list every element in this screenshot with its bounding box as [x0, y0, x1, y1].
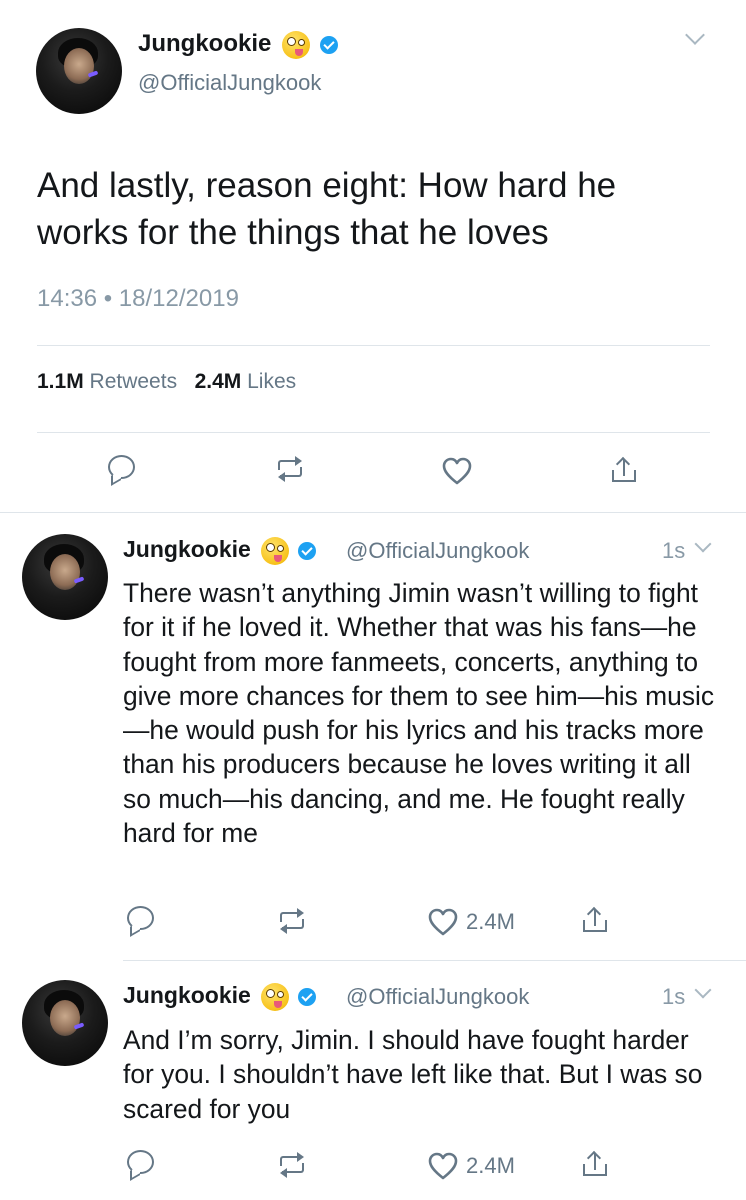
reply-button[interactable] [127, 906, 157, 936]
heart-icon [428, 908, 458, 936]
divider [37, 345, 710, 346]
like-count: 2.4M [466, 1153, 515, 1178]
reply-text: And I’m sorry, Jimin. I should have foug… [123, 1025, 703, 1124]
reply-icon [127, 1150, 154, 1174]
timestamp[interactable]: 14:36 • 18/12/2019 [37, 285, 239, 313]
share-button[interactable] [583, 1150, 609, 1178]
verified-badge-icon [297, 987, 316, 1006]
reply-button[interactable] [127, 1150, 157, 1180]
display-name-text: Jungkookie [138, 30, 272, 57]
like-count: 2.4M [466, 909, 515, 934]
verified-badge-icon [297, 541, 316, 560]
zany-face-emoji-icon [261, 982, 290, 1011]
reply-time[interactable]: 1s [662, 538, 685, 564]
chevron-down-icon[interactable] [694, 981, 712, 999]
reply-handle[interactable]: @OfficialJungkook [346, 538, 529, 564]
likes-count[interactable]: 2.4M [195, 370, 242, 393]
avatar[interactable] [22, 980, 108, 1066]
share-button[interactable] [583, 906, 609, 934]
chevron-down-icon[interactable] [685, 25, 705, 45]
display-name-text: Jungkookie [123, 536, 251, 562]
display-name[interactable]: Jungkookie [138, 30, 338, 59]
reply-tweet[interactable]: Jungkookie @OfficialJungkook 1s There wa… [0, 512, 746, 960]
like-button[interactable] [442, 457, 472, 485]
retweet-icon [277, 1152, 307, 1178]
reply-display-name[interactable]: Jungkookie [123, 536, 316, 565]
reply-icon [108, 455, 135, 479]
heart-icon [428, 1152, 458, 1180]
retweet-button[interactable] [277, 908, 309, 934]
avatar[interactable] [22, 534, 108, 620]
retweets-count[interactable]: 1.1M [37, 370, 84, 393]
retweets-label[interactable]: Retweets [90, 370, 178, 393]
reply-text: There wasn’t anything Jimin wasn’t willi… [123, 578, 715, 849]
handle[interactable]: @OfficialJungkook [138, 70, 321, 96]
chevron-down-icon[interactable] [694, 535, 712, 553]
zany-face-emoji-icon [261, 536, 290, 565]
display-name-text: Jungkookie [123, 982, 251, 1008]
reply-tweet[interactable]: Jungkookie @OfficialJungkook 1s And I’m … [0, 960, 746, 1200]
reply-handle[interactable]: @OfficialJungkook [346, 984, 529, 1010]
retweet-icon [275, 456, 305, 482]
tweet-text: And lastly, reason eight: How hard he wo… [37, 166, 617, 252]
like-button[interactable] [428, 908, 458, 936]
retweet-icon [277, 908, 307, 934]
like-button[interactable] [428, 1152, 458, 1180]
share-icon [612, 456, 638, 484]
likes-label[interactable]: Likes [247, 370, 296, 393]
retweet-button[interactable] [275, 456, 307, 482]
tweet-stats: 1.1M Retweets 2.4M Likes [37, 370, 296, 394]
main-tweet: Jungkookie @OfficialJungkook And lastly,… [0, 0, 746, 512]
retweet-button[interactable] [277, 1152, 309, 1178]
zany-face-emoji-icon [282, 30, 311, 59]
verified-badge-icon [319, 35, 338, 54]
reply-button[interactable] [108, 455, 138, 485]
share-button[interactable] [612, 456, 638, 484]
avatar[interactable] [36, 28, 122, 114]
share-icon [583, 1150, 609, 1178]
divider [37, 432, 710, 433]
heart-icon [442, 457, 472, 485]
reply-icon [127, 906, 154, 930]
reply-time[interactable]: 1s [662, 984, 685, 1010]
reply-display-name[interactable]: Jungkookie [123, 982, 316, 1011]
share-icon [583, 906, 609, 934]
